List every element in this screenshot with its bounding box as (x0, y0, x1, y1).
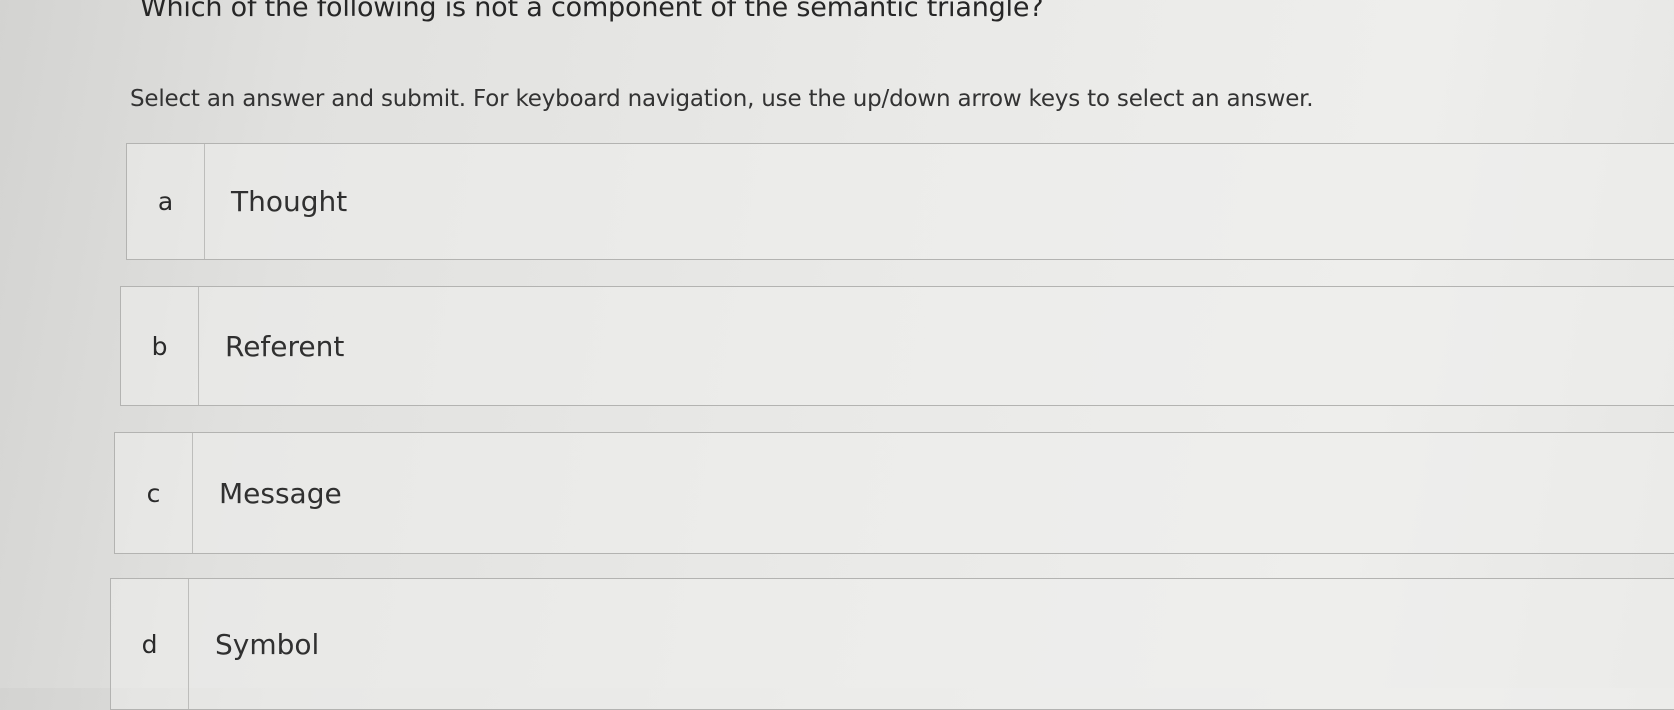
option-letter: d (111, 579, 189, 709)
question-text: Which of the following is not a componen… (140, 0, 1044, 23)
option-label: Message (219, 476, 342, 510)
option-letter: b (121, 287, 199, 405)
instructions-text: Select an answer and submit. For keyboar… (130, 86, 1314, 112)
option-letter: c (115, 433, 193, 553)
answer-option-d[interactable]: d Symbol (110, 578, 1674, 710)
answer-option-a[interactable]: a Thought (126, 143, 1674, 260)
option-label: Symbol (215, 627, 320, 661)
option-label: Referent (225, 329, 345, 363)
answer-option-c[interactable]: c Message (114, 432, 1674, 554)
answer-option-b[interactable]: b Referent (120, 286, 1674, 406)
option-letter: a (127, 144, 205, 259)
option-label: Thought (231, 185, 348, 218)
